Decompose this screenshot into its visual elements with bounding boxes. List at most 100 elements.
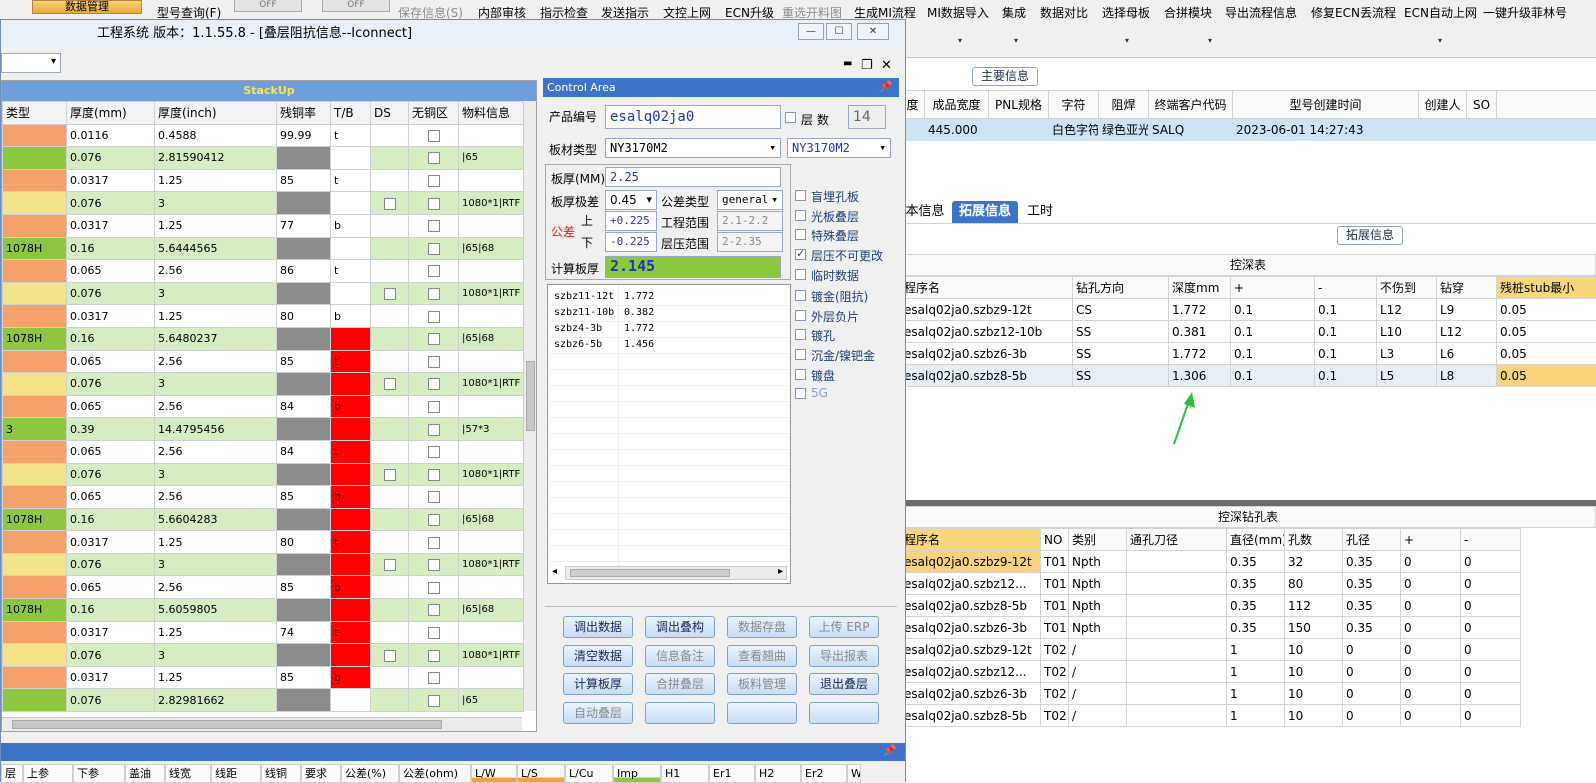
layer-type-cell[interactable]: 3 bbox=[3, 418, 67, 441]
thickness-inch-cell[interactable]: 3 bbox=[155, 282, 277, 305]
no-copper-checkbox[interactable] bbox=[428, 356, 440, 368]
lower-input[interactable]: -0.225 bbox=[605, 232, 657, 252]
thickness-inch-cell[interactable]: 1.25 bbox=[155, 666, 277, 689]
layers-input[interactable]: 14 bbox=[848, 105, 886, 129]
ds-cell[interactable] bbox=[371, 192, 409, 215]
thickness-inch-cell[interactable]: 5.6444565 bbox=[155, 237, 277, 260]
layer-type-cell[interactable] bbox=[3, 531, 67, 554]
copper-rate-cell[interactable]: 84 bbox=[277, 440, 331, 463]
thickness-inch-cell[interactable]: 3 bbox=[155, 553, 277, 576]
layer-type-cell[interactable] bbox=[3, 486, 67, 509]
no-copper-cell[interactable] bbox=[409, 260, 459, 283]
stackup-row[interactable]: 0.0652.5685t bbox=[3, 350, 524, 373]
ds-cell[interactable] bbox=[371, 282, 409, 305]
copper-rate-cell[interactable] bbox=[277, 147, 331, 170]
no-copper-cell[interactable] bbox=[409, 599, 459, 622]
ds-cell[interactable] bbox=[371, 237, 409, 260]
ds-cell[interactable] bbox=[371, 486, 409, 509]
control-button-0[interactable]: 调出数据 bbox=[563, 616, 633, 638]
layer-type-cell[interactable] bbox=[3, 373, 67, 396]
material-info-cell[interactable]: 1080*1|RTF bbox=[459, 192, 524, 215]
thickness-mm-cell[interactable]: 0.076 bbox=[67, 463, 155, 486]
copper-rate-cell[interactable] bbox=[277, 463, 331, 486]
stackup-hscroll[interactable] bbox=[2, 717, 522, 731]
ds-cell[interactable] bbox=[371, 644, 409, 667]
no-copper-checkbox[interactable] bbox=[428, 650, 440, 662]
control-button-12[interactable]: 自动叠层 bbox=[563, 702, 633, 724]
stackup-row[interactable]: 0.0652.5686t bbox=[3, 260, 524, 283]
stackup-row[interactable]: 1078H0.165.6604283|65|68 bbox=[3, 508, 524, 531]
layer-type-cell[interactable]: 1078H bbox=[3, 599, 67, 622]
thickness-inch-cell[interactable]: 1.25 bbox=[155, 531, 277, 554]
no-copper-checkbox[interactable] bbox=[428, 265, 440, 277]
thickness-inch-cell[interactable]: 2.82981662 bbox=[155, 689, 277, 712]
stackup-row[interactable]: 0.01160.458899.99t bbox=[3, 124, 524, 147]
checkbox-9[interactable] bbox=[795, 369, 806, 380]
copper-rate-cell[interactable] bbox=[277, 644, 331, 667]
thickness-inch-cell[interactable]: 0.4588 bbox=[155, 124, 277, 147]
thickness-mm-cell[interactable]: 0.076 bbox=[67, 192, 155, 215]
stackup-vscroll[interactable] bbox=[523, 101, 537, 711]
thickness-inch-cell[interactable]: 2.56 bbox=[155, 350, 277, 373]
no-copper-checkbox[interactable] bbox=[428, 559, 440, 571]
ds-cell[interactable] bbox=[371, 395, 409, 418]
checkbox-label-1[interactable]: 光板叠层 bbox=[811, 208, 859, 225]
no-copper-cell[interactable] bbox=[409, 463, 459, 486]
checkbox-6[interactable] bbox=[795, 310, 806, 321]
layer-type-cell[interactable] bbox=[3, 689, 67, 712]
tb-cell[interactable]: b bbox=[331, 576, 371, 599]
thickness-mm-cell[interactable]: 0.076 bbox=[67, 644, 155, 667]
material-info-cell[interactable] bbox=[459, 395, 524, 418]
checkbox-label-5[interactable]: 镀金(阻抗) bbox=[811, 288, 868, 305]
thickness-mm-cell[interactable]: 0.065 bbox=[67, 260, 155, 283]
thickness-mm-cell[interactable]: 0.0317 bbox=[67, 214, 155, 237]
layers-checkbox[interactable] bbox=[785, 112, 796, 123]
no-copper-checkbox[interactable] bbox=[428, 152, 440, 164]
ds-cell[interactable] bbox=[371, 463, 409, 486]
control-button-13[interactable] bbox=[645, 702, 715, 724]
thickness-inch-cell[interactable]: 3 bbox=[155, 373, 277, 396]
layer-type-cell[interactable] bbox=[3, 260, 67, 283]
stackup-row[interactable]: 0.0652.5685b bbox=[3, 576, 524, 599]
thickness-input[interactable]: 2.25 bbox=[605, 167, 781, 187]
no-copper-cell[interactable] bbox=[409, 169, 459, 192]
checkbox-8[interactable] bbox=[795, 349, 806, 360]
no-copper-cell[interactable] bbox=[409, 621, 459, 644]
no-copper-checkbox[interactable] bbox=[428, 243, 440, 255]
copper-rate-cell[interactable]: 85 bbox=[277, 576, 331, 599]
stackup-row[interactable]: 0.03171.2580t bbox=[3, 531, 524, 554]
stackup-row[interactable]: 1078H0.165.6444565|65|68 bbox=[3, 237, 524, 260]
chevron-right-icon[interactable]: ▸ bbox=[778, 566, 783, 577]
copper-rate-cell[interactable]: 80 bbox=[277, 305, 331, 328]
copper-rate-cell[interactable] bbox=[277, 327, 331, 350]
material-info-cell[interactable]: |65|68 bbox=[459, 599, 524, 622]
checkbox-label-7[interactable]: 镀孔 bbox=[811, 327, 835, 344]
stackup-row[interactable]: 0.0652.5684b bbox=[3, 395, 524, 418]
material-info-cell[interactable] bbox=[459, 621, 524, 644]
ds-cell[interactable] bbox=[371, 305, 409, 328]
stackup-row[interactable]: 0.07631080*1|RTF bbox=[3, 373, 524, 396]
copper-rate-cell[interactable] bbox=[277, 418, 331, 441]
copper-rate-cell[interactable] bbox=[277, 599, 331, 622]
thickness-inch-cell[interactable]: 1.25 bbox=[155, 305, 277, 328]
stackup-row[interactable]: 0.07631080*1|RTF bbox=[3, 192, 524, 215]
mdi-restore-icon[interactable]: ❐ bbox=[861, 58, 873, 73]
material-info-cell[interactable]: 1080*1|RTF bbox=[459, 463, 524, 486]
maximize-button[interactable]: ☐ bbox=[826, 23, 852, 40]
thickness-inch-cell[interactable]: 1.25 bbox=[155, 214, 277, 237]
no-copper-checkbox[interactable] bbox=[428, 627, 440, 639]
tb-cell[interactable]: t bbox=[331, 440, 371, 463]
no-copper-cell[interactable] bbox=[409, 576, 459, 599]
material-info-cell[interactable]: |65|68 bbox=[459, 327, 524, 350]
no-copper-checkbox[interactable] bbox=[428, 514, 440, 526]
no-copper-cell[interactable] bbox=[409, 395, 459, 418]
no-copper-checkbox[interactable] bbox=[428, 401, 440, 413]
depth-list[interactable]: szbz11-12t1.772szbz11-10b0.382szbz4-3b1.… bbox=[547, 284, 791, 584]
tb-cell[interactable] bbox=[331, 599, 371, 622]
thickness-mm-cell[interactable]: 0.065 bbox=[67, 440, 155, 463]
material-info-cell[interactable] bbox=[459, 486, 524, 509]
thickness-mm-cell[interactable]: 0.076 bbox=[67, 553, 155, 576]
control-button-10[interactable]: 板料管理 bbox=[727, 673, 797, 695]
checkbox-label-0[interactable]: 盲埋孔板 bbox=[811, 188, 859, 205]
checkbox-label-6[interactable]: 外层负片 bbox=[811, 308, 859, 325]
